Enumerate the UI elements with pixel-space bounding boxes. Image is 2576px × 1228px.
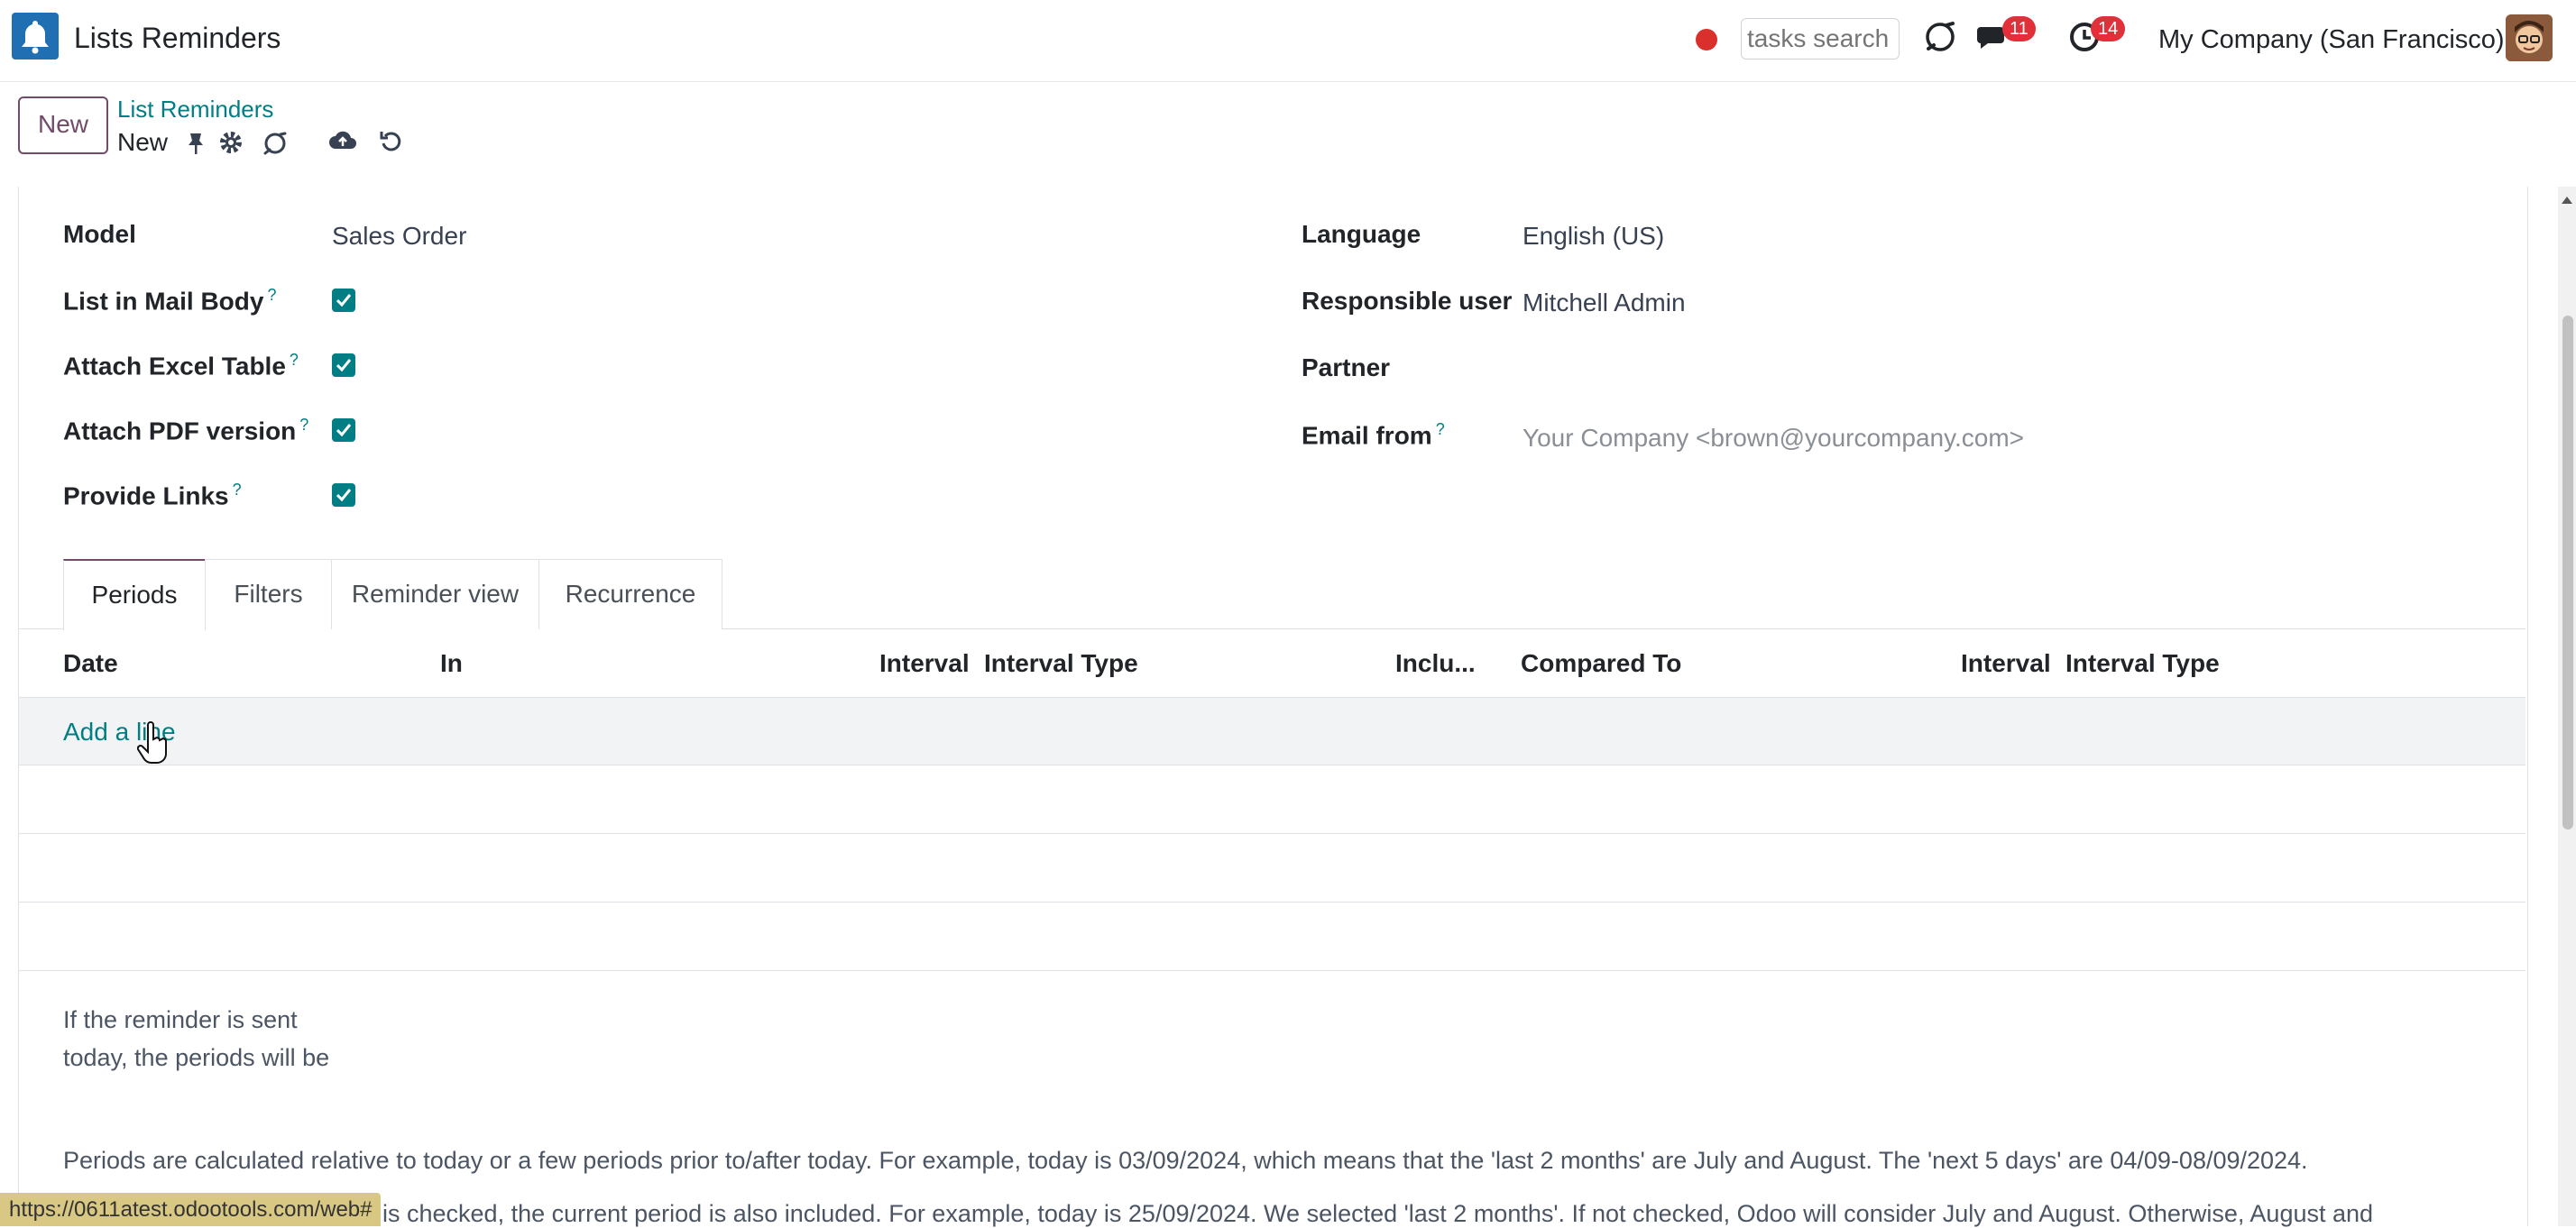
attach-pdf-version-checkbox[interactable] (332, 418, 355, 442)
scrollbar-thumb[interactable] (2562, 316, 2573, 829)
table-row-divider (19, 902, 2525, 903)
column-header-interval[interactable]: Interval (879, 649, 970, 678)
column-header-compared-to[interactable]: Compared To (1521, 649, 1681, 678)
field-label-attach-excel-table: Attach Excel Table? (63, 351, 299, 380)
new-record-button[interactable]: New (18, 96, 108, 154)
help-tooltip-icon[interactable]: ? (267, 286, 276, 304)
periods-explanation-text: Periods are calculated relative to today… (63, 1147, 2308, 1174)
save-cloud-icon[interactable] (328, 129, 357, 157)
pin-icon[interactable] (186, 132, 206, 160)
help-tooltip-icon[interactable]: ? (299, 416, 308, 434)
bell-app-icon[interactable] (12, 13, 59, 60)
recording-indicator-icon[interactable] (1696, 29, 1717, 50)
refresh-activity-icon[interactable] (1923, 20, 1957, 59)
language-value[interactable]: English (US) (1523, 222, 1664, 251)
field-label-language: Language (1302, 220, 1421, 248)
breadcrumb-parent-link[interactable]: List Reminders (117, 96, 273, 124)
field-label-provide-links: Provide Links? (63, 481, 242, 510)
scroll-up-arrow-icon[interactable] (2560, 194, 2574, 210)
field-label-model: Model (63, 220, 136, 248)
tab-reminder-view[interactable]: Reminder view (331, 559, 539, 629)
field-label-list-in-mail-body: List in Mail Body? (63, 286, 277, 316)
status-bar-url: https://0611atest.odootools.com/web# (0, 1193, 382, 1226)
field-label-email-from: Email from? (1302, 420, 1445, 450)
list-in-mail-body-checkbox[interactable] (332, 289, 355, 312)
activities-count-badge: 14 (2091, 16, 2126, 41)
column-header-interval-type[interactable]: Interval Type (984, 649, 1138, 678)
tab-periods[interactable]: Periods (63, 559, 206, 630)
app-title: Lists Reminders (74, 22, 281, 54)
help-tooltip-icon[interactable]: ? (233, 481, 242, 499)
provide-links-checkbox[interactable] (332, 483, 355, 507)
table-row-divider (19, 970, 2525, 971)
tab-recurrence[interactable]: Recurrence (538, 559, 722, 629)
discard-undo-icon[interactable] (379, 129, 404, 159)
field-label-attach-pdf-version: Attach PDF version? (63, 416, 309, 445)
table-row-divider (19, 833, 2525, 834)
field-label-responsible-user: Responsible user (1302, 287, 1513, 315)
messages-count-badge: 11 (2002, 16, 2036, 41)
column-header-in[interactable]: In (440, 649, 463, 678)
tasks-search-input[interactable] (1741, 18, 1900, 60)
field-label-partner: Partner (1302, 353, 1391, 381)
hand-cursor-icon (136, 721, 168, 771)
partner-input[interactable] (1523, 355, 1973, 386)
include-current-period-text: is checked, the current period is also i… (382, 1200, 2374, 1227)
column-header-interval-2[interactable]: Interval (1961, 649, 2051, 678)
column-header-included[interactable]: Inclu... (1395, 649, 1476, 678)
refresh-icon[interactable] (262, 130, 289, 161)
add-line-row[interactable] (19, 698, 2525, 765)
help-tooltip-icon[interactable]: ? (290, 351, 299, 369)
tab-filters[interactable]: Filters (205, 559, 332, 629)
responsible-user-value[interactable]: Mitchell Admin (1523, 289, 1686, 317)
periods-hint-text: If the reminder is sent today, the perio… (63, 1006, 330, 1071)
help-tooltip-icon[interactable]: ? (1436, 420, 1445, 438)
gear-icon[interactable] (218, 130, 244, 160)
column-header-date[interactable]: Date (63, 649, 118, 678)
table-header-divider (19, 697, 2525, 698)
company-switcher[interactable]: My Company (San Francisco) (2158, 25, 2505, 55)
column-header-interval-type-2[interactable]: Interval Type (2065, 649, 2220, 678)
attach-excel-table-checkbox[interactable] (332, 353, 355, 377)
model-value[interactable]: Sales Order (332, 222, 466, 251)
top-navbar: Lists Reminders 11 14 My Company (San Fr… (0, 0, 2576, 82)
user-avatar[interactable] (2506, 14, 2553, 61)
email-from-input[interactable]: Your Company <brown@yourcompany.com> (1523, 424, 2024, 453)
breadcrumb-current: New (117, 128, 169, 156)
